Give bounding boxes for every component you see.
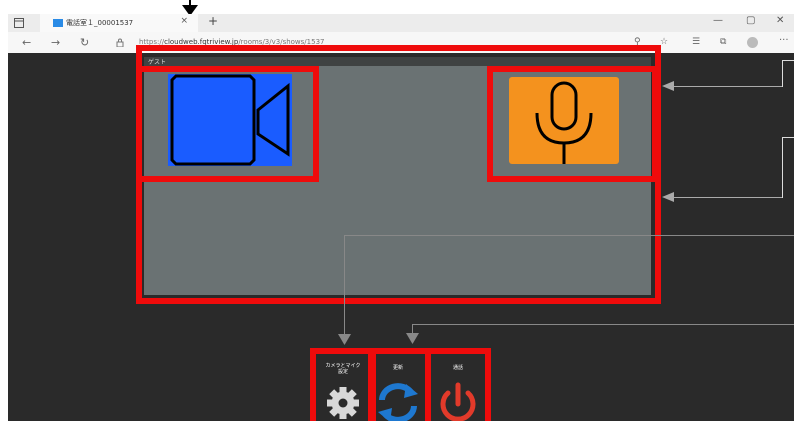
tab-bar: 電話室１_00001537 × + — ▢ ✕ <box>8 14 794 32</box>
tab-favicon-icon <box>53 19 63 27</box>
lock-icon <box>116 38 124 47</box>
callout-line-1-top <box>782 60 794 61</box>
highlight-refresh <box>368 348 431 421</box>
highlight-camera-mic-settings <box>310 348 376 421</box>
new-tab-button[interactable]: + <box>208 14 218 28</box>
callout-line-2-top <box>782 137 794 138</box>
callout-line-3-vertical <box>344 235 345 335</box>
callout-line-1-horizontal <box>670 86 783 87</box>
minimize-button[interactable]: — <box>713 15 723 26</box>
tab-title: 電話室１_00001537 <box>66 19 134 27</box>
callout-line-3-horizontal <box>344 235 794 236</box>
forward-button[interactable]: → <box>51 36 60 49</box>
callout-arrow-1 <box>662 81 674 91</box>
close-window-button[interactable]: ✕ <box>776 15 784 26</box>
tab-close-icon[interactable]: × <box>180 16 188 26</box>
reading-list-icon[interactable]: ☰ <box>692 37 700 47</box>
collections-icon[interactable]: ⧉ <box>720 37 726 47</box>
highlight-mic-toggle <box>487 66 658 182</box>
highlight-camera-toggle <box>136 66 319 182</box>
highlight-end-call <box>425 348 491 421</box>
callout-arrow-2 <box>662 192 674 202</box>
maximize-button[interactable]: ▢ <box>746 15 755 26</box>
more-menu-button[interactable]: ··· <box>779 35 789 46</box>
callout-arrow-3 <box>338 334 351 345</box>
callout-line-1-vertical <box>782 60 783 87</box>
callout-arrow-4 <box>406 333 419 344</box>
callout-line-2-vertical <box>782 137 783 198</box>
profile-avatar[interactable] <box>747 37 758 48</box>
reload-button[interactable]: ↻ <box>80 36 89 49</box>
callout-line-2-horizontal <box>670 197 783 198</box>
tab-active[interactable]: 電話室１_00001537 × <box>40 14 198 32</box>
back-button[interactable]: ← <box>22 36 31 49</box>
tab-actions-icon[interactable] <box>14 18 24 28</box>
favorite-star-icon[interactable]: ☆ <box>660 37 668 47</box>
callout-line-4-horizontal <box>412 324 794 325</box>
